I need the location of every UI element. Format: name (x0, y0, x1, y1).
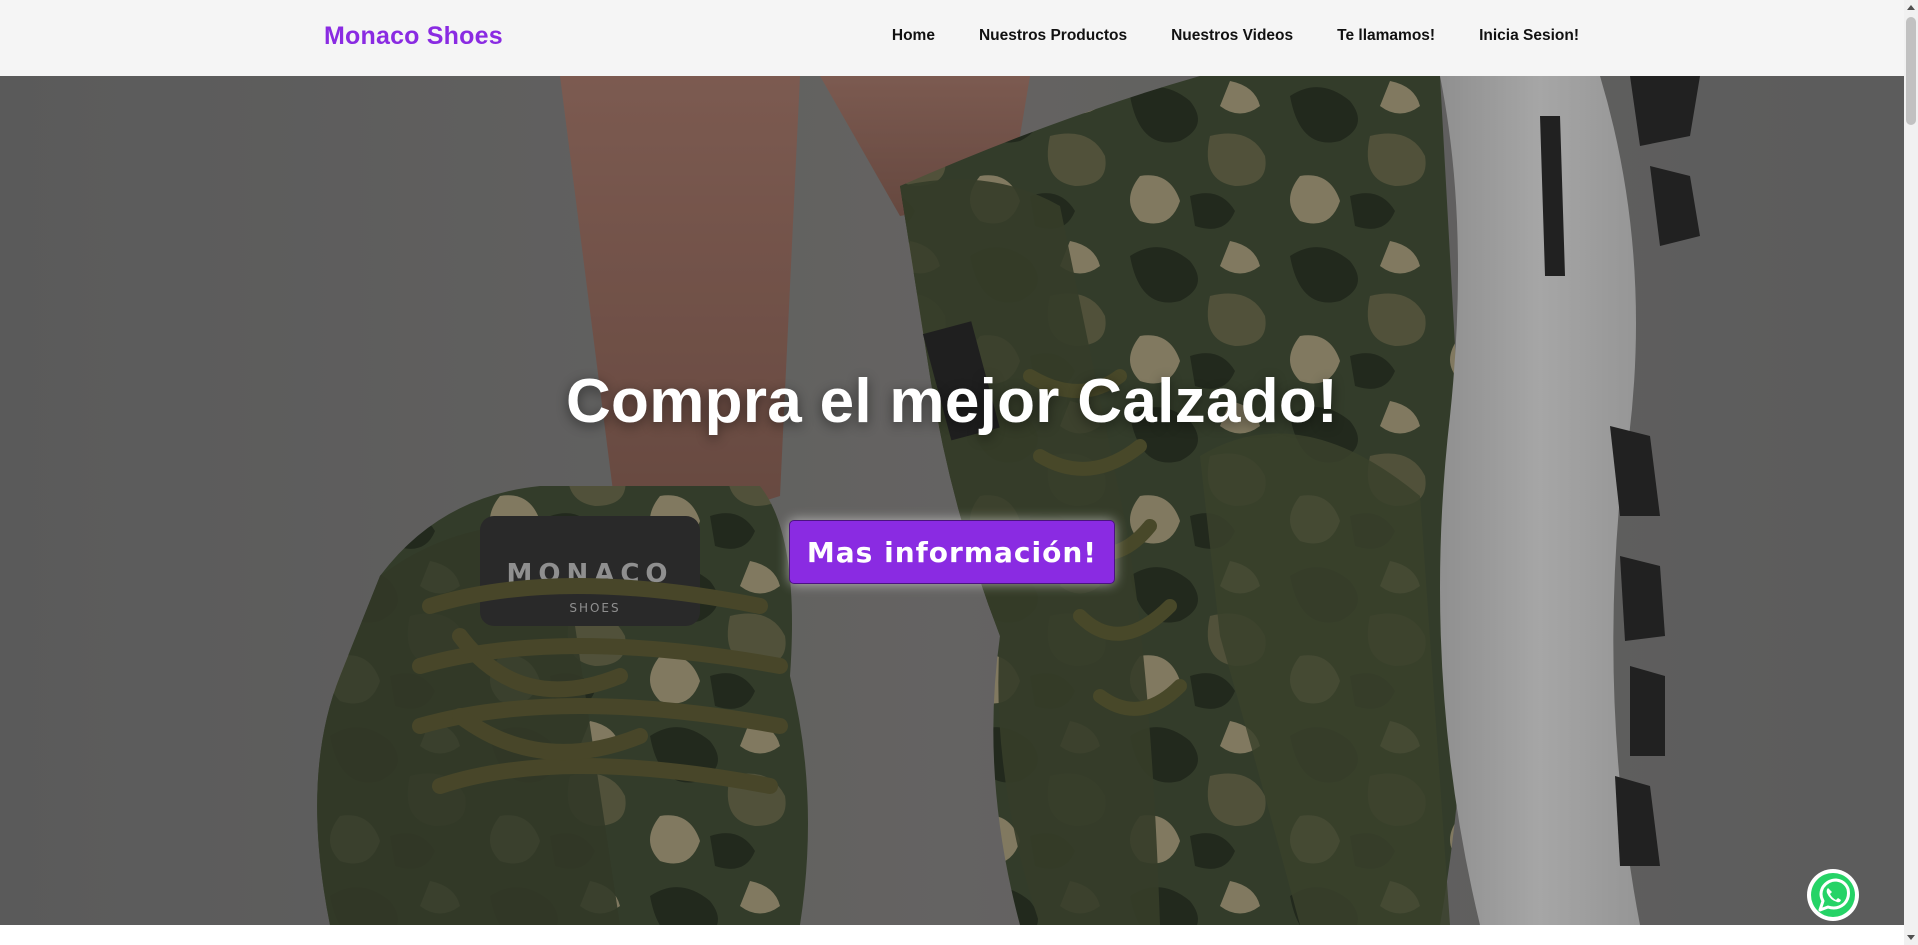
scroll-up-arrow-icon[interactable] (1907, 5, 1915, 10)
brand-logo[interactable]: Monaco Shoes (324, 22, 503, 51)
nav-links: Home Nuestros Productos Nuestros Videos … (892, 27, 1579, 45)
vertical-scrollbar[interactable] (1904, 0, 1918, 945)
nav-link-videos[interactable]: Nuestros Videos (1171, 27, 1293, 45)
hero-title: Compra el mejor Calzado! (565, 367, 1339, 436)
page: Monaco Shoes Home Nuestros Productos Nue… (0, 0, 1918, 945)
nav-link-productos[interactable]: Nuestros Productos (979, 27, 1127, 45)
more-info-button[interactable]: Mas información! (789, 520, 1115, 584)
scroll-thumb[interactable] (1906, 17, 1916, 125)
navbar: Monaco Shoes Home Nuestros Productos Nue… (0, 0, 1904, 76)
nav-link-te-llamamos[interactable]: Te llamamos! (1337, 27, 1435, 45)
nav-link-inicia-sesion[interactable]: Inicia Sesion! (1479, 27, 1579, 45)
hero-dim-overlay (0, 76, 1904, 925)
nav-link-home[interactable]: Home (892, 27, 935, 45)
scroll-down-arrow-icon[interactable] (1907, 935, 1915, 940)
hero-section: MONACO SHOES Compra el mejor Calzado! Ma… (0, 76, 1904, 925)
whatsapp-icon[interactable] (1806, 868, 1860, 922)
